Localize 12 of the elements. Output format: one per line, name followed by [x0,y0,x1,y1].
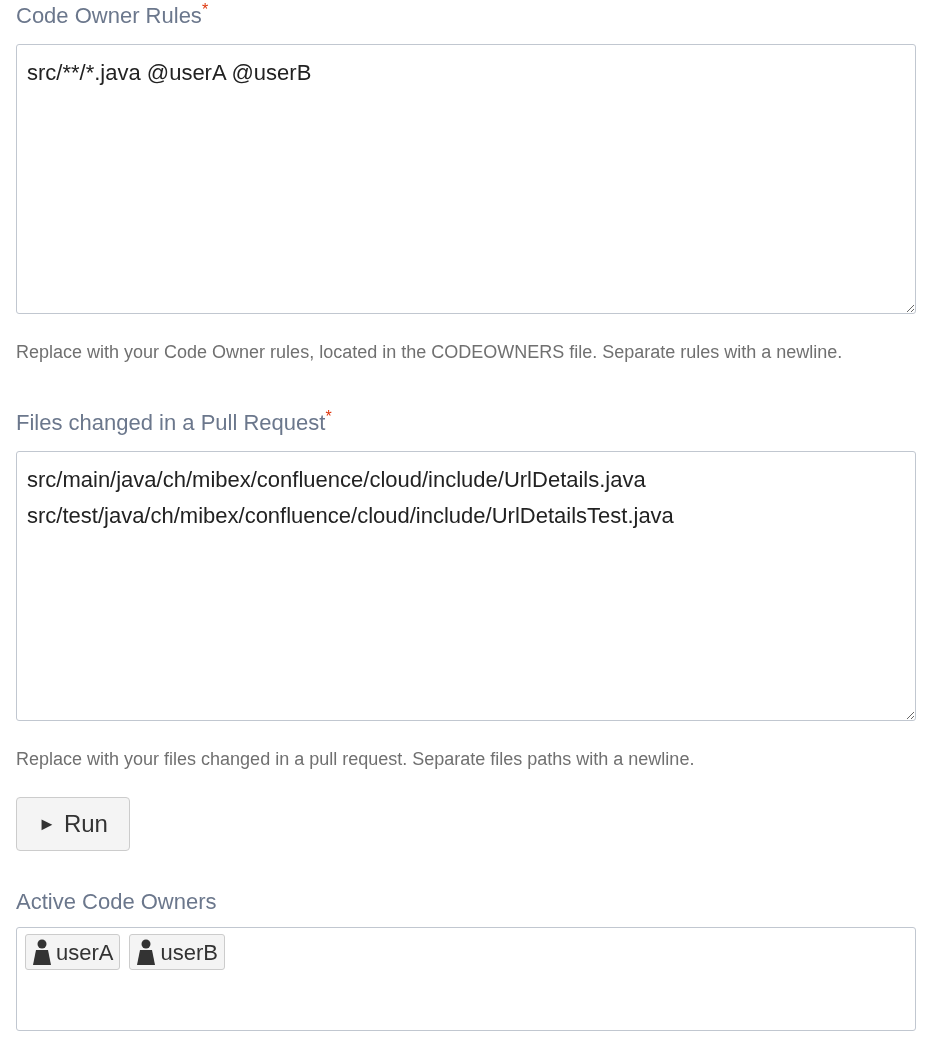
help-text: Replace with your Code Owner rules, located in the CODEOWNERS file. Separate rules with a newline. [16,341,844,364]
field-label: Active Code Owners [16,888,218,916]
user-icon [32,939,52,965]
owner-chip: userB [129,934,225,970]
run-button[interactable]: ► Run [16,797,130,851]
text-area[interactable]: src/main/java/ch/mibex/confluence/cloud/include/UrlDetails.java src/test/java/ch/mibex/confluence/cloud/include/UrlDetailsTest.java [16,451,916,721]
field-label: Files changed in a Pull Request$^{*}$ [16,408,333,437]
help-text: Replace with your files changed in a pull request. Separate files paths with a newline. [16,748,696,771]
user-icon [136,939,157,965]
field-label: Code Owner Rules$^{*}$ [16,1,210,30]
text-area[interactable]: src/**/*.java @userA @userB [16,44,916,314]
owner-chip: userA [25,934,121,970]
